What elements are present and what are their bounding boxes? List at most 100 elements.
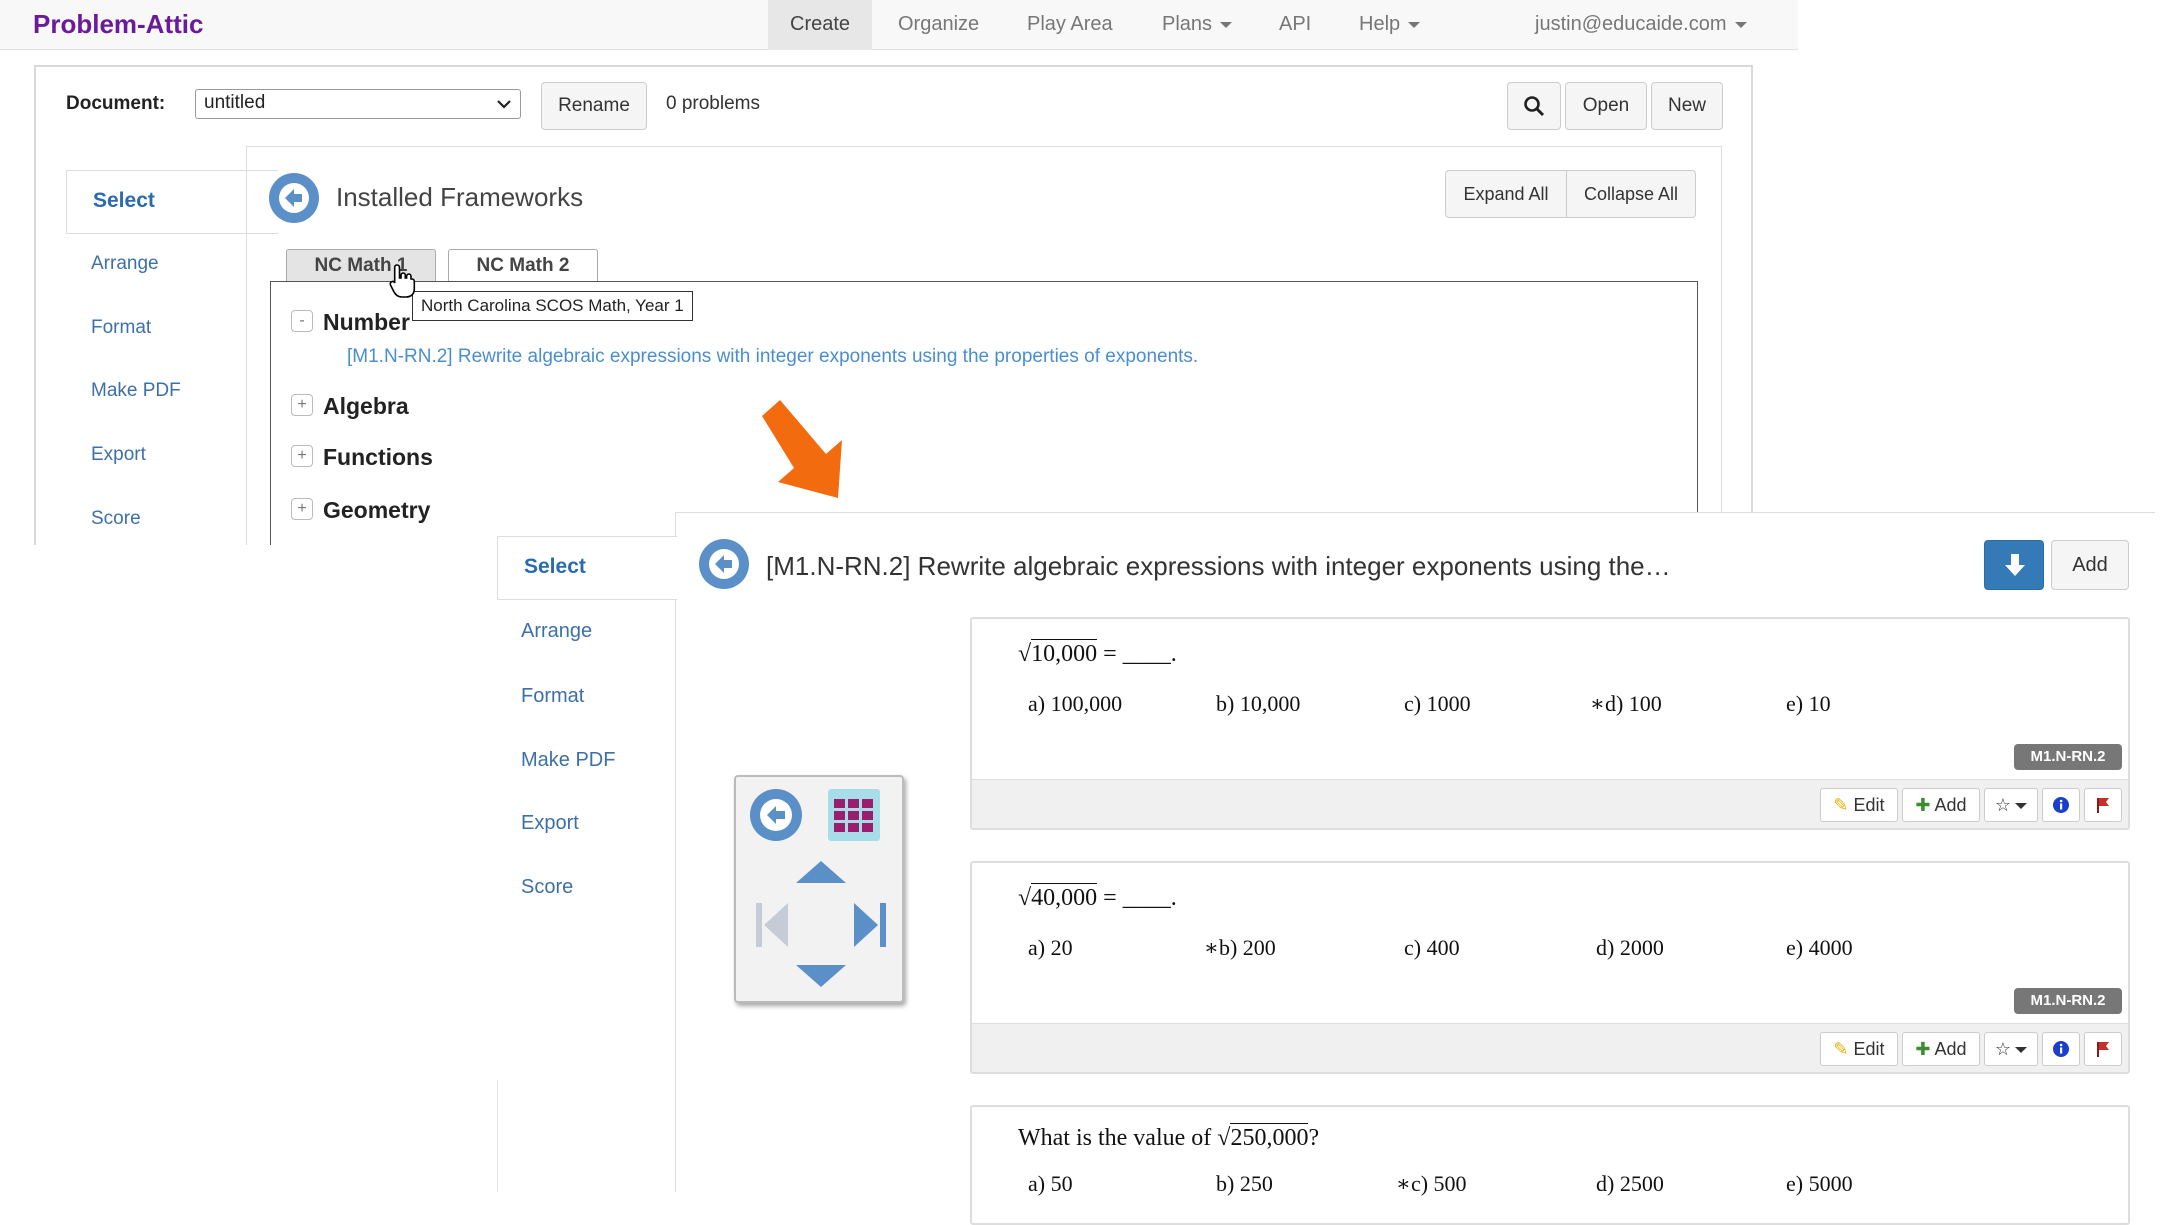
tree-node-number[interactable]: Number xyxy=(323,309,410,336)
sidenav-score[interactable]: Score xyxy=(521,876,573,899)
document-select[interactable]: untitled xyxy=(195,89,521,119)
chevron-down-icon xyxy=(1220,21,1233,28)
nav-help[interactable]: Help xyxy=(1337,0,1442,50)
edit-button[interactable]: ✎ Edit xyxy=(1820,1032,1898,1066)
answer-option: e) 10 xyxy=(1786,691,1831,716)
answer-option: b) 250 xyxy=(1216,1171,1273,1196)
top-navbar: Problem-Attic Create Organize Play Area … xyxy=(0,0,1798,50)
standard-badge[interactable]: M1.N-RN.2 xyxy=(2014,744,2122,770)
grid-icon xyxy=(834,799,873,832)
sqrt-symbol: √ xyxy=(1018,641,1032,667)
hand-cursor-icon xyxy=(389,264,416,298)
nav-create[interactable]: Create xyxy=(768,0,873,50)
favorite-dropdown[interactable]: ☆ xyxy=(1984,1032,2038,1066)
info-button[interactable] xyxy=(2042,1032,2080,1066)
favorite-dropdown[interactable]: ☆ xyxy=(1984,788,2038,822)
chevron-down-icon xyxy=(497,100,511,109)
tab-nc-math-2[interactable]: NC Math 2 xyxy=(448,249,598,282)
user-email: justin@educaide.com xyxy=(1535,13,1727,35)
sidenav-score[interactable]: Score xyxy=(91,508,141,530)
chevron-down-icon xyxy=(1734,21,1747,28)
back-button[interactable] xyxy=(269,173,319,223)
expand-toggle[interactable]: + xyxy=(291,445,313,467)
answer-option: c) 1000 xyxy=(1404,691,1471,716)
problem-navigator xyxy=(734,775,904,1003)
flag-button[interactable] xyxy=(2084,1032,2122,1066)
tree-node-geometry[interactable]: Geometry xyxy=(323,497,430,524)
download-button[interactable] xyxy=(1984,540,2044,590)
tree-node-functions[interactable]: Functions xyxy=(323,444,433,471)
card-toolbar: ✎ Edit ✚ Add ☆ xyxy=(972,1023,2128,1072)
add-all-button[interactable]: Add xyxy=(2051,540,2129,590)
info-icon xyxy=(2053,1041,2069,1057)
answer-option: b) 10,000 xyxy=(1216,691,1301,716)
nav-play-area[interactable]: Play Area xyxy=(1005,0,1135,50)
back-button[interactable] xyxy=(699,539,749,589)
expand-toggle[interactable]: + xyxy=(291,498,313,520)
chevron-down-icon xyxy=(2015,1047,2028,1054)
prompt-rest: = ____. xyxy=(1103,885,1177,911)
standard-title: [M1.N-RN.2] Rewrite algebraic expression… xyxy=(766,551,1671,581)
nav-plans[interactable]: Plans xyxy=(1140,0,1254,50)
sidenav-make-pdf[interactable]: Make PDF xyxy=(521,749,615,772)
standard-link[interactable]: [M1.N-RN.2] Rewrite algebraic expression… xyxy=(347,346,1198,368)
problem-count: 0 problems xyxy=(666,93,760,114)
grid-view-button[interactable] xyxy=(828,789,880,841)
nav-api[interactable]: API xyxy=(1257,0,1333,50)
info-icon xyxy=(2053,797,2069,813)
collapse-all-button[interactable]: Collapse All xyxy=(1566,170,1696,218)
arrow-left-icon xyxy=(760,799,792,831)
radicand: 40,000 xyxy=(1031,883,1098,911)
correct-answer-option: ∗d) 100 xyxy=(1590,691,1662,716)
sidenav-make-pdf[interactable]: Make PDF xyxy=(91,380,181,402)
expand-toggle[interactable]: + xyxy=(291,394,313,416)
standard-badge[interactable]: M1.N-RN.2 xyxy=(2014,988,2122,1014)
info-button[interactable] xyxy=(2042,788,2080,822)
add-button[interactable]: ✚ Add xyxy=(1902,1032,1980,1066)
arrow-left-icon xyxy=(279,183,309,213)
arrow-down-icon[interactable] xyxy=(794,961,848,989)
document-selected-value: untitled xyxy=(204,92,266,113)
brand-logo[interactable]: Problem-Attic xyxy=(33,9,203,40)
flag-icon xyxy=(2097,798,2109,813)
user-menu[interactable]: justin@educaide.com xyxy=(1513,0,1769,50)
expand-all-button[interactable]: Expand All xyxy=(1445,170,1567,218)
rename-button[interactable]: Rename xyxy=(541,82,647,130)
search-button[interactable] xyxy=(1507,82,1561,130)
sidenav-divider xyxy=(497,1080,498,1192)
collapse-toggle[interactable]: - xyxy=(291,310,313,332)
page-title: Installed Frameworks xyxy=(336,182,584,212)
open-button[interactable]: Open xyxy=(1565,82,1647,130)
add-button[interactable]: ✚ Add xyxy=(1902,788,1980,822)
answer-option: e) 4000 xyxy=(1786,935,1853,960)
navigator-back-button[interactable] xyxy=(750,789,802,841)
skip-last-icon[interactable] xyxy=(850,899,890,951)
problem-card: √10,000 = ____. a) 100,000 b) 10,000 c) … xyxy=(970,617,2130,830)
chevron-down-icon xyxy=(1408,21,1421,28)
star-icon: ☆ xyxy=(1994,795,2012,815)
correct-answer-option: ∗b) 200 xyxy=(1204,935,1276,960)
flag-icon xyxy=(2097,1042,2109,1057)
sidenav-format[interactable]: Format xyxy=(521,685,584,708)
sidenav-export[interactable]: Export xyxy=(91,444,146,466)
sidenav-export[interactable]: Export xyxy=(521,812,579,835)
prompt-prefix: What is the value of xyxy=(1018,1125,1212,1151)
sqrt-symbol: √ xyxy=(1217,1125,1231,1151)
radicand: 10,000 xyxy=(1031,639,1098,667)
sqrt-symbol: √ xyxy=(1018,885,1032,911)
nav-help-label: Help xyxy=(1359,13,1401,35)
skip-first-icon[interactable] xyxy=(752,899,792,951)
sidenav-arrange[interactable]: Arrange xyxy=(521,620,592,643)
nav-organize[interactable]: Organize xyxy=(876,0,1001,50)
sidenav-format[interactable]: Format xyxy=(91,317,151,339)
sidenav-select[interactable]: Select xyxy=(497,536,677,600)
edit-label: Edit xyxy=(1853,795,1885,815)
flag-button[interactable] xyxy=(2084,788,2122,822)
edit-button[interactable]: ✎ Edit xyxy=(1820,788,1898,822)
problem-card: What is the value of √250,000? a) 50 b) … xyxy=(970,1105,2130,1225)
radicand: 250,000 xyxy=(1230,1123,1309,1151)
tree-node-algebra[interactable]: Algebra xyxy=(323,393,409,420)
sidenav-arrange[interactable]: Arrange xyxy=(91,253,159,275)
arrow-up-icon[interactable] xyxy=(794,859,848,887)
new-button[interactable]: New xyxy=(1651,82,1723,130)
